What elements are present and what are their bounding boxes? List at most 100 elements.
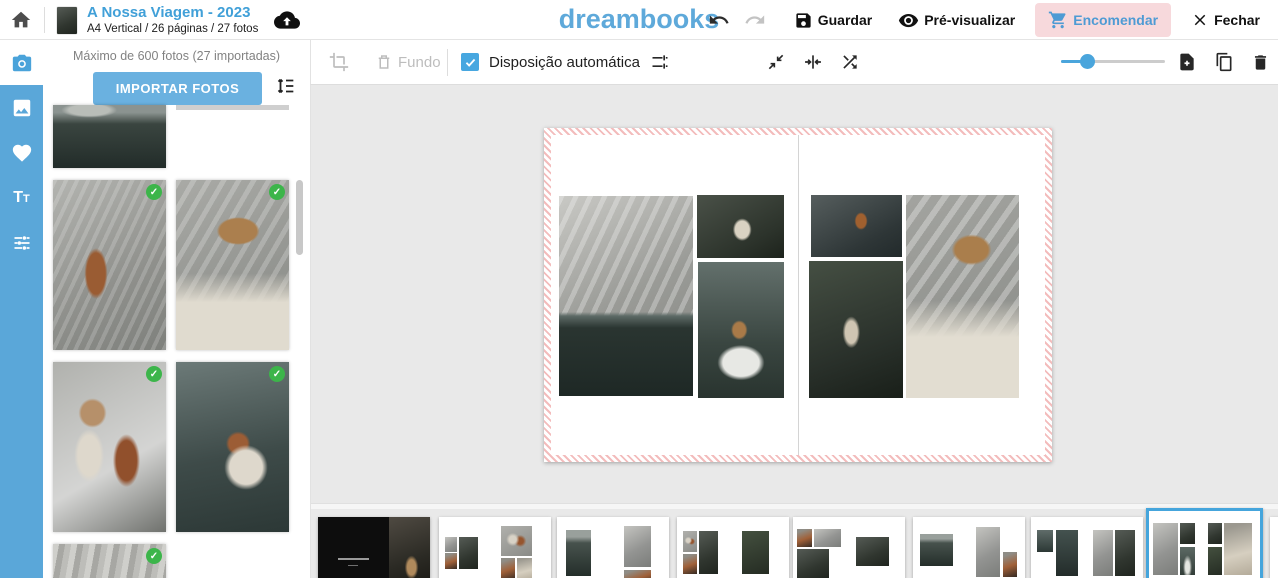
import-photos-button[interactable]: IMPORTAR FOTOS (93, 72, 262, 105)
filmstrip-mini-photo (683, 531, 698, 551)
spread-pages (551, 135, 1045, 455)
filmstrip-mini-photo (1180, 547, 1194, 575)
spread-photo-couple-on-bridge[interactable] (809, 261, 903, 398)
duplicate-page-button[interactable] (1214, 52, 1234, 72)
delete-page-button[interactable] (1251, 53, 1270, 72)
undo-button[interactable] (708, 9, 730, 31)
spread (544, 128, 1052, 462)
photo-thumbnail-photo-edge-sliver[interactable] (176, 105, 289, 110)
filmstrip-mini-photo (699, 531, 718, 573)
canvas-toolbar: Fundo Disposição automática (310, 40, 1278, 85)
eye-icon (898, 10, 919, 31)
topbar-actions: Guardar Pré-visualizar Encomendar Fechar (708, 0, 1266, 40)
project-cover-thumbnail[interactable] (57, 7, 77, 34)
filmstrip-mini-photo (920, 534, 954, 566)
undo-icon (708, 9, 730, 31)
heart-icon (11, 142, 33, 164)
filmstrip-mini-photo (797, 529, 812, 548)
photo-thumbnail-man-leaning-on-cliff[interactable]: ✓ (53, 180, 166, 350)
filmstrip-mini-photo (445, 553, 457, 569)
filmstrip-mini-photo (1115, 530, 1135, 576)
fit-content-button[interactable] (766, 52, 786, 72)
filmstrip-spread-8[interactable] (1146, 508, 1263, 578)
auto-layout-checkbox[interactable] (461, 53, 479, 71)
auto-layout-settings-icon[interactable] (650, 52, 670, 72)
filmstrip-mini-photo (1003, 552, 1018, 578)
zoom-slider[interactable] (1061, 60, 1165, 63)
close-button[interactable]: Fechar (1185, 11, 1266, 29)
shuffle-button[interactable] (840, 52, 860, 72)
spread-photo-woman-on-bridge[interactable] (697, 195, 784, 258)
filmstrip-top-edge (311, 503, 1278, 509)
filmstrip-mini-photo (445, 537, 457, 551)
preview-label: Pré-visualizar (924, 12, 1015, 28)
project-title[interactable]: A Nossa Viagem - 2023 (87, 4, 258, 21)
photo-used-check-icon: ✓ (146, 366, 162, 382)
camera-icon (11, 52, 33, 74)
crop-button[interactable] (329, 52, 349, 72)
filmstrip-spread-6[interactable] (913, 517, 1025, 578)
filmstrip-mini-photo (1153, 523, 1177, 575)
filmstrip-mini-photo (1208, 523, 1222, 544)
background-button[interactable]: Fundo (375, 53, 441, 71)
topbar-left: A Nossa Viagem - 2023 A4 Vertical / 26 p… (0, 0, 300, 40)
topbar-divider (44, 7, 45, 33)
home-icon (10, 9, 32, 31)
save-icon (794, 11, 813, 30)
background-label: Fundo (398, 54, 441, 71)
filmstrip-spread-1[interactable] (318, 517, 430, 578)
spread-photo-woman-in-hat-large[interactable] (906, 195, 1019, 398)
auto-layout-label[interactable]: Disposição automática (489, 54, 640, 71)
sidebar-tab-text[interactable]: TT (0, 175, 43, 220)
filmstrip-spread-9[interactable] (1270, 517, 1278, 578)
order-button[interactable]: Encomendar (1035, 3, 1171, 37)
sidebar-tab-settings[interactable] (0, 220, 43, 265)
import-row: IMPORTAR FOTOS (43, 72, 310, 105)
sidebar-tab-favorites[interactable] (0, 130, 43, 175)
sidebar-tab-layouts[interactable] (0, 85, 43, 130)
spread-photo-woman-in-boat[interactable] (698, 262, 784, 398)
redo-button[interactable] (744, 9, 766, 31)
spread-photo-cliff-and-water[interactable] (559, 196, 693, 396)
filmstrip-mini-photo (1224, 523, 1252, 575)
collapse-arrows-icon (766, 52, 786, 72)
filmstrip-mini-photo (1208, 547, 1222, 575)
center-horizontal-icon (803, 52, 823, 72)
spread-photo-man-climbing[interactable] (811, 195, 902, 257)
trash-icon (1251, 53, 1270, 72)
photo-thumbnail-boat-on-dark-water[interactable] (53, 105, 166, 168)
photo-thumbnail-woman-in-hat-portrait[interactable]: ✓ (176, 180, 289, 350)
filmstrip-spread-4[interactable] (677, 517, 789, 578)
add-page-button[interactable] (1177, 52, 1197, 72)
sidebar-tab-photos[interactable] (0, 40, 43, 85)
filmstrip-mini-photo (459, 537, 478, 569)
filmstrip-mini-photo (797, 549, 828, 578)
filmstrip-mini-photo (1037, 530, 1054, 552)
filmstrip-spread-3[interactable] (557, 517, 669, 578)
sort-photos-button[interactable] (275, 75, 297, 97)
tune-icon (12, 233, 32, 253)
filmstrip-spread-5[interactable] (793, 517, 905, 578)
photo-used-check-icon: ✓ (146, 548, 162, 564)
photo-panel-scrollbar[interactable] (296, 180, 303, 255)
photo-thumbnail-rock-texture[interactable]: ✓ (53, 544, 166, 578)
filmstrip-mini-photo (1180, 523, 1194, 544)
preview-button[interactable]: Pré-visualizar (892, 10, 1021, 31)
filmstrip-mini-photo (624, 526, 651, 568)
close-label: Fechar (1214, 12, 1260, 28)
filmstrip-spread-7[interactable] (1031, 517, 1143, 578)
cloud-upload-icon[interactable] (274, 7, 300, 33)
filmstrip-mini-photo (976, 527, 1001, 577)
spread-spine (798, 135, 799, 455)
cover-photo (389, 517, 430, 578)
filmstrip-mini-photo (742, 531, 769, 573)
order-label: Encomendar (1073, 12, 1158, 28)
center-horizontal-button[interactable] (803, 52, 823, 72)
check-icon (464, 56, 477, 69)
zoom-slider-thumb[interactable] (1080, 54, 1095, 69)
save-button[interactable]: Guardar (788, 11, 878, 30)
photo-thumbnail-couple-selfie[interactable]: ✓ (53, 362, 166, 532)
filmstrip-spread-2[interactable] (439, 517, 551, 578)
home-button[interactable] (10, 9, 32, 31)
photo-thumbnail-woman-by-lake[interactable]: ✓ (176, 362, 289, 532)
